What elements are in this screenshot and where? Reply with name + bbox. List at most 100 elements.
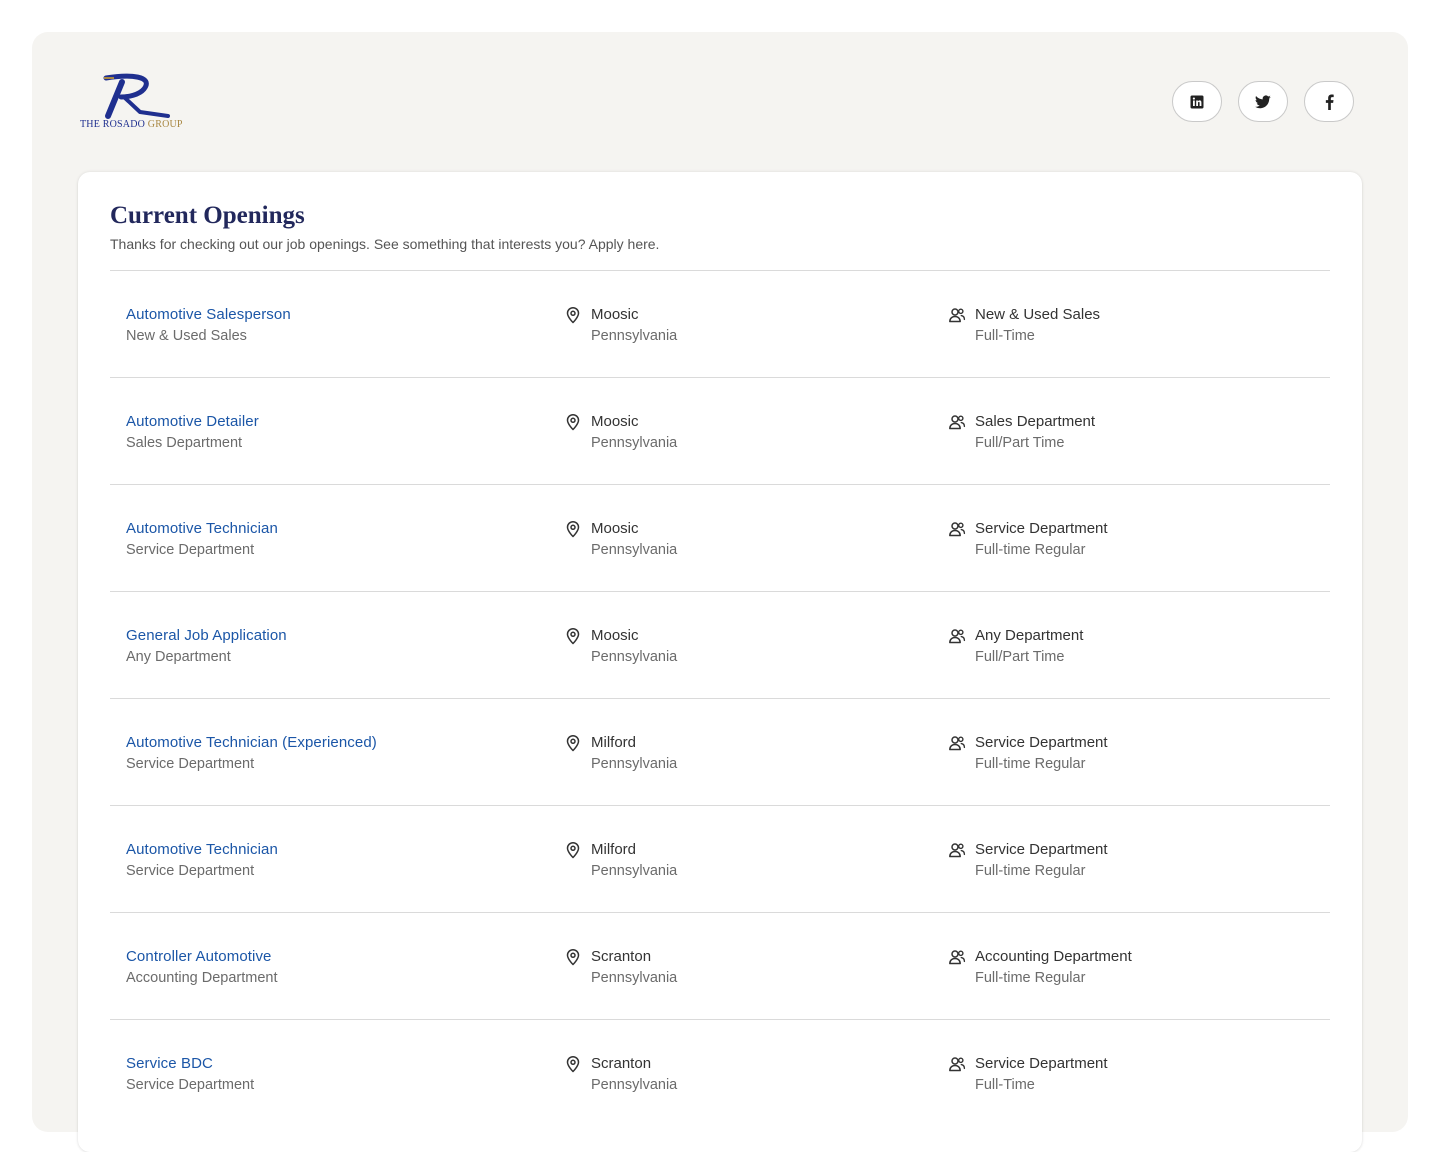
- page-title: Current Openings: [110, 202, 305, 229]
- users-icon: [949, 308, 966, 323]
- job-title-link[interactable]: Automotive Technician: [126, 840, 278, 860]
- employment-type: Full/Part Time: [975, 435, 1065, 451]
- location-city: Moosic: [591, 413, 639, 430]
- job-row: Automotive Technician Service Department…: [110, 484, 1330, 591]
- social-links: [1172, 81, 1354, 122]
- employment-type: Full/Part Time: [975, 649, 1065, 665]
- job-title-link[interactable]: Automotive Detailer: [126, 412, 259, 432]
- page-subtitle: Thanks for checking out our job openings…: [110, 236, 660, 252]
- job-department: Sales Department: [126, 435, 243, 451]
- page-shell: THE ROSADO GROUP Current Openings Thanks…: [32, 32, 1408, 1152]
- job-row: Automotive Technician Service Department…: [110, 805, 1330, 912]
- job-info: Automotive Salesperson New & Used Sales: [126, 305, 291, 346]
- job-title-link[interactable]: Controller Automotive: [126, 947, 278, 967]
- job-row: Automotive Salesperson New & Used Sales …: [110, 270, 1330, 377]
- job-team: Service Department Full-time Regular: [948, 840, 1108, 881]
- job-team: Accounting Department Full-time Regular: [948, 947, 1132, 988]
- job-team: New & Used Sales Full-Time: [948, 305, 1100, 346]
- location-city: Milford: [591, 841, 637, 858]
- users-icon: [949, 1057, 966, 1072]
- location-state: Pennsylvania: [591, 863, 678, 879]
- users-icon: [949, 736, 966, 751]
- team-name: Service Department: [975, 841, 1108, 858]
- users-icon: [949, 522, 966, 537]
- logo-wordmark: THE ROSADO GROUP: [80, 119, 183, 130]
- users-icon: [949, 629, 966, 644]
- job-info: General Job Application Any Department: [126, 626, 287, 667]
- job-location: Moosic Pennsylvania: [564, 519, 677, 560]
- facebook-button[interactable]: [1304, 81, 1354, 122]
- job-department: Accounting Department: [126, 970, 278, 986]
- location-city: Scranton: [591, 1055, 652, 1072]
- location-state: Pennsylvania: [591, 970, 678, 986]
- job-location: Moosic Pennsylvania: [564, 626, 677, 667]
- twitter-button[interactable]: [1238, 81, 1288, 122]
- job-list: Automotive Salesperson New & Used Sales …: [110, 270, 1330, 1126]
- team-name: New & Used Sales: [975, 306, 1101, 323]
- job-team: Any Department Full/Part Time: [948, 626, 1083, 667]
- job-location: Scranton Pennsylvania: [564, 947, 677, 988]
- users-icon: [949, 843, 966, 858]
- location-state: Pennsylvania: [591, 328, 678, 344]
- location-pin-icon: [566, 842, 580, 859]
- job-info: Service BDC Service Department: [126, 1054, 254, 1095]
- facebook-icon: [1325, 93, 1334, 110]
- logo-mark-icon: [103, 73, 170, 119]
- location-city: Moosic: [591, 627, 639, 644]
- location-state: Pennsylvania: [591, 1077, 678, 1093]
- location-pin-icon: [566, 414, 580, 431]
- team-name: Any Department: [975, 627, 1084, 644]
- employment-type: Full-time Regular: [975, 863, 1086, 879]
- employment-type: Full-Time: [975, 328, 1035, 344]
- employment-type: Full-time Regular: [975, 970, 1086, 986]
- job-location: Scranton Pennsylvania: [564, 1054, 677, 1095]
- job-team: Sales Department Full/Part Time: [948, 412, 1095, 453]
- location-pin-icon: [566, 307, 580, 324]
- location-state: Pennsylvania: [591, 756, 678, 772]
- job-location: Milford Pennsylvania: [564, 840, 677, 881]
- linkedin-button[interactable]: [1172, 81, 1222, 122]
- job-location: Moosic Pennsylvania: [564, 412, 677, 453]
- job-department: Service Department: [126, 1077, 255, 1093]
- job-title-link[interactable]: Automotive Salesperson: [126, 305, 291, 325]
- location-pin-icon: [566, 949, 580, 966]
- job-row: Automotive Technician (Experienced) Serv…: [110, 698, 1330, 805]
- employment-type: Full-time Regular: [975, 756, 1086, 772]
- job-row: Controller Automotive Accounting Departm…: [110, 912, 1330, 1019]
- job-department: Any Department: [126, 649, 231, 665]
- job-info: Automotive Technician (Experienced) Serv…: [126, 733, 377, 774]
- location-city: Scranton: [591, 948, 652, 965]
- job-info: Automotive Technician Service Department: [126, 840, 278, 881]
- location-pin-icon: [566, 628, 580, 645]
- location-city: Milford: [591, 734, 637, 751]
- team-name: Accounting Department: [975, 948, 1132, 965]
- job-title-link[interactable]: Automotive Technician (Experienced): [126, 733, 377, 753]
- site-header: THE ROSADO GROUP: [32, 32, 1408, 172]
- job-row: Automotive Detailer Sales Department Moo…: [110, 377, 1330, 484]
- job-title-link[interactable]: Automotive Technician: [126, 519, 278, 539]
- job-row: General Job Application Any Department M…: [110, 591, 1330, 698]
- job-title-link[interactable]: General Job Application: [126, 626, 287, 646]
- company-logo[interactable]: THE ROSADO GROUP: [78, 72, 198, 136]
- team-name: Service Department: [975, 520, 1108, 537]
- job-department: Service Department: [126, 863, 255, 879]
- employment-type: Full-time Regular: [975, 542, 1086, 558]
- job-location: Milford Pennsylvania: [564, 733, 677, 774]
- job-department: Service Department: [126, 542, 255, 558]
- location-pin-icon: [566, 1056, 580, 1073]
- location-pin-icon: [566, 521, 580, 538]
- team-name: Sales Department: [975, 413, 1096, 430]
- job-department: Service Department: [126, 756, 255, 772]
- job-info: Controller Automotive Accounting Departm…: [126, 947, 278, 988]
- job-title-link[interactable]: Service BDC: [126, 1054, 254, 1074]
- job-team: Service Department Full-time Regular: [948, 733, 1108, 774]
- job-row: Service BDC Service Department Scranton …: [110, 1019, 1330, 1126]
- job-department: New & Used Sales: [126, 328, 247, 344]
- team-name: Service Department: [975, 1055, 1108, 1072]
- location-city: Moosic: [591, 520, 639, 537]
- openings-card: Current Openings Thanks for checking out…: [78, 172, 1362, 1152]
- employment-type: Full-Time: [975, 1077, 1035, 1093]
- job-location: Moosic Pennsylvania: [564, 305, 677, 346]
- linkedin-icon: [1190, 95, 1204, 108]
- twitter-icon: [1255, 94, 1271, 108]
